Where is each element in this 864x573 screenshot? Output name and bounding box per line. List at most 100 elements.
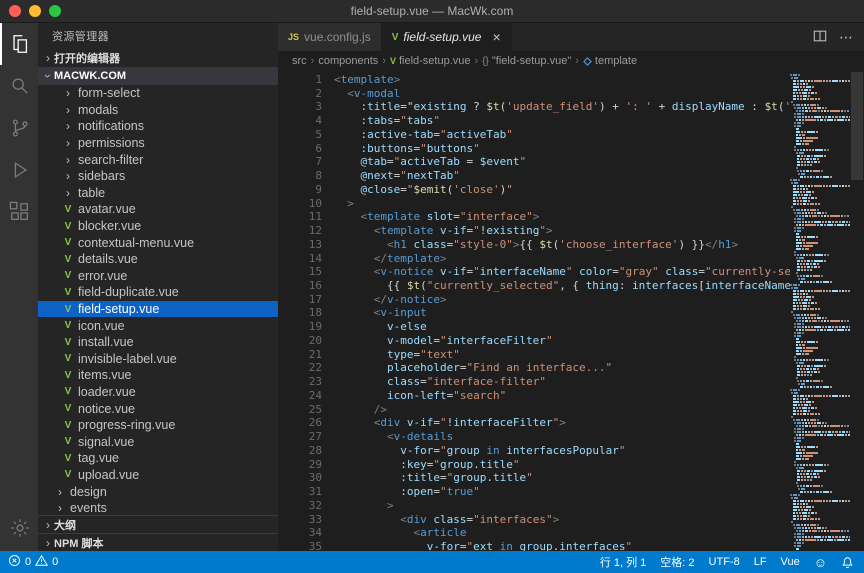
tree-folder-sidebars[interactable]: ›sidebars: [38, 168, 278, 185]
code-line-16[interactable]: {{ $t("currently_selected", { thing: int…: [334, 279, 790, 293]
tree-file-signal.vue[interactable]: Vsignal.vue: [38, 433, 278, 450]
code-line-30[interactable]: :title="group.title": [334, 471, 790, 485]
tree-file-invisible-label.vue[interactable]: Vinvisible-label.vue: [38, 351, 278, 368]
minimize-window-button[interactable]: [29, 5, 41, 17]
files-icon[interactable]: [0, 23, 38, 65]
outline-section[interactable]: › 大纲: [38, 515, 278, 533]
code-line-2[interactable]: <v-modal: [334, 87, 790, 101]
tree-file-details.vue[interactable]: Vdetails.vue: [38, 251, 278, 268]
tree-file-icon.vue[interactable]: Vicon.vue: [38, 317, 278, 334]
code-line-5[interactable]: :active-tab="activeTab": [334, 128, 790, 142]
code-line-9[interactable]: @close="$emit('close')": [334, 183, 790, 197]
code-line-1[interactable]: <template>: [334, 73, 790, 87]
tree-file-contextual-menu.vue[interactable]: Vcontextual-menu.vue: [38, 234, 278, 251]
code-line-32[interactable]: >: [334, 499, 790, 513]
root-folder-header[interactable]: › MACWK.COM: [38, 67, 278, 85]
breadcrumb-components[interactable]: components: [318, 55, 378, 67]
code-line-12[interactable]: <template v-if="!existing">: [334, 224, 790, 238]
tree-folder-table[interactable]: ›table: [38, 185, 278, 202]
breadcrumb-file-symbol[interactable]: {} "field-setup.vue": [482, 55, 571, 67]
gear-icon[interactable]: [0, 507, 38, 549]
code-line-19[interactable]: v-else: [334, 320, 790, 334]
tree-file-items.vue[interactable]: Vitems.vue: [38, 367, 278, 384]
breadcrumb-src[interactable]: src: [292, 55, 307, 67]
tree-folder-modals[interactable]: ›modals: [38, 102, 278, 119]
editor-scrollbar[interactable]: [850, 71, 864, 551]
close-tab-icon[interactable]: ×: [492, 30, 500, 44]
minimap-line: [790, 221, 850, 223]
tree-file-tag.vue[interactable]: Vtag.vue: [38, 450, 278, 467]
zoom-window-button[interactable]: [49, 5, 61, 17]
eol-setting[interactable]: LF: [754, 556, 767, 568]
tree-file-progress-ring.vue[interactable]: Vprogress-ring.vue: [38, 417, 278, 434]
cursor-position[interactable]: 行 1, 列 1: [600, 554, 646, 570]
feedback-smiley-icon[interactable]: ☺: [814, 555, 827, 570]
code-line-15[interactable]: <v-notice v-if="interfaceName" color="gr…: [334, 265, 790, 279]
tree-folder-permissions[interactable]: ›permissions: [38, 135, 278, 152]
tab-vue-config-js[interactable]: JS vue.config.js: [278, 23, 382, 51]
code-line-4[interactable]: :tabs="tabs": [334, 114, 790, 128]
more-actions-icon[interactable]: ⋯: [839, 29, 854, 46]
breadcrumb-file[interactable]: V field-setup.vue: [390, 55, 471, 67]
tree-folder-search-filter[interactable]: ›search-filter: [38, 151, 278, 168]
git-branch-icon[interactable]: [0, 107, 38, 149]
language-mode[interactable]: Vue: [781, 556, 800, 568]
tree-file-loader.vue[interactable]: Vloader.vue: [38, 384, 278, 401]
problems-indicator[interactable]: 0 0: [8, 554, 58, 570]
tree-file-error.vue[interactable]: Verror.vue: [38, 268, 278, 285]
notifications-bell-icon[interactable]: [841, 556, 854, 569]
tree-folder-form-select[interactable]: ›form-select: [38, 85, 278, 102]
code-line-25[interactable]: />: [334, 403, 790, 417]
tab-field-setup-vue[interactable]: V field-setup.vue ×: [382, 23, 512, 51]
code-line-7[interactable]: @tab="activeTab = $event": [334, 155, 790, 169]
code-line-11[interactable]: <template slot="interface">: [334, 210, 790, 224]
encoding-setting[interactable]: UTF-8: [709, 556, 740, 568]
split-editor-icon[interactable]: [813, 29, 827, 46]
tree-folder-notifications[interactable]: ›notifications: [38, 118, 278, 135]
tree-file-notice.vue[interactable]: Vnotice.vue: [38, 400, 278, 417]
code-line-27[interactable]: <v-details: [334, 430, 790, 444]
tree-folder-design[interactable]: ›design: [38, 483, 278, 500]
code-line-8[interactable]: @next="nextTab": [334, 169, 790, 183]
code-line-26[interactable]: <div v-if="!interfaceFilter">: [334, 416, 790, 430]
minimap[interactable]: [790, 71, 850, 551]
code-line-34[interactable]: <article: [334, 526, 790, 540]
code-line-6[interactable]: :buttons="buttons": [334, 142, 790, 156]
minimap-line: [790, 311, 850, 313]
code-line-29[interactable]: :key="group.title": [334, 458, 790, 472]
tree-file-field-setup.vue[interactable]: Vfield-setup.vue: [38, 301, 278, 318]
code-line-10[interactable]: >: [334, 197, 790, 211]
code-line-14[interactable]: </template>: [334, 252, 790, 266]
code-line-31[interactable]: :open="true": [334, 485, 790, 499]
code-line-18[interactable]: <v-input: [334, 306, 790, 320]
scrollbar-thumb[interactable]: [851, 72, 863, 180]
tree-file-field-duplicate.vue[interactable]: Vfield-duplicate.vue: [38, 284, 278, 301]
code-line-13[interactable]: <h1 class="style-0">{{ $t('choose_interf…: [334, 238, 790, 252]
tree-file-avatar.vue[interactable]: Vavatar.vue: [38, 201, 278, 218]
code-line-33[interactable]: <div class="interfaces">: [334, 513, 790, 527]
debug-icon[interactable]: [0, 149, 38, 191]
code-line-28[interactable]: v-for="group in interfacesPopular": [334, 444, 790, 458]
indentation-setting[interactable]: 空格: 2: [660, 554, 694, 570]
npm-scripts-section[interactable]: › NPM 脚本: [38, 533, 278, 551]
code-line-17[interactable]: </v-notice>: [334, 293, 790, 307]
code-line-24[interactable]: icon-left="search": [334, 389, 790, 403]
tree-file-blocker.vue[interactable]: Vblocker.vue: [38, 218, 278, 235]
minimap-line: [790, 326, 850, 328]
tree-file-upload.vue[interactable]: Vupload.vue: [38, 467, 278, 484]
search-icon[interactable]: [0, 65, 38, 107]
code-line-23[interactable]: class="interface-filter": [334, 375, 790, 389]
code-line-22[interactable]: placeholder="Find an interface...": [334, 361, 790, 375]
extensions-icon[interactable]: [0, 191, 38, 233]
code-editor[interactable]: <template> <v-modal :title="existing ? $…: [322, 71, 790, 551]
breadcrumb-template-symbol[interactable]: template: [583, 55, 637, 67]
tree-folder-events[interactable]: ›events: [38, 500, 278, 515]
code-line-20[interactable]: v-model="interfaceFilter": [334, 334, 790, 348]
code-line-3[interactable]: :title="existing ? $t('update_field') + …: [334, 100, 790, 114]
open-editors-section[interactable]: › 打开的编辑器: [38, 49, 278, 67]
close-window-button[interactable]: [9, 5, 21, 17]
code-line-21[interactable]: type="text": [334, 348, 790, 362]
tree-item-label: items.vue: [78, 368, 132, 382]
tree-file-install.vue[interactable]: Vinstall.vue: [38, 334, 278, 351]
code-line-35[interactable]: v-for="ext in group.interfaces": [334, 540, 790, 551]
